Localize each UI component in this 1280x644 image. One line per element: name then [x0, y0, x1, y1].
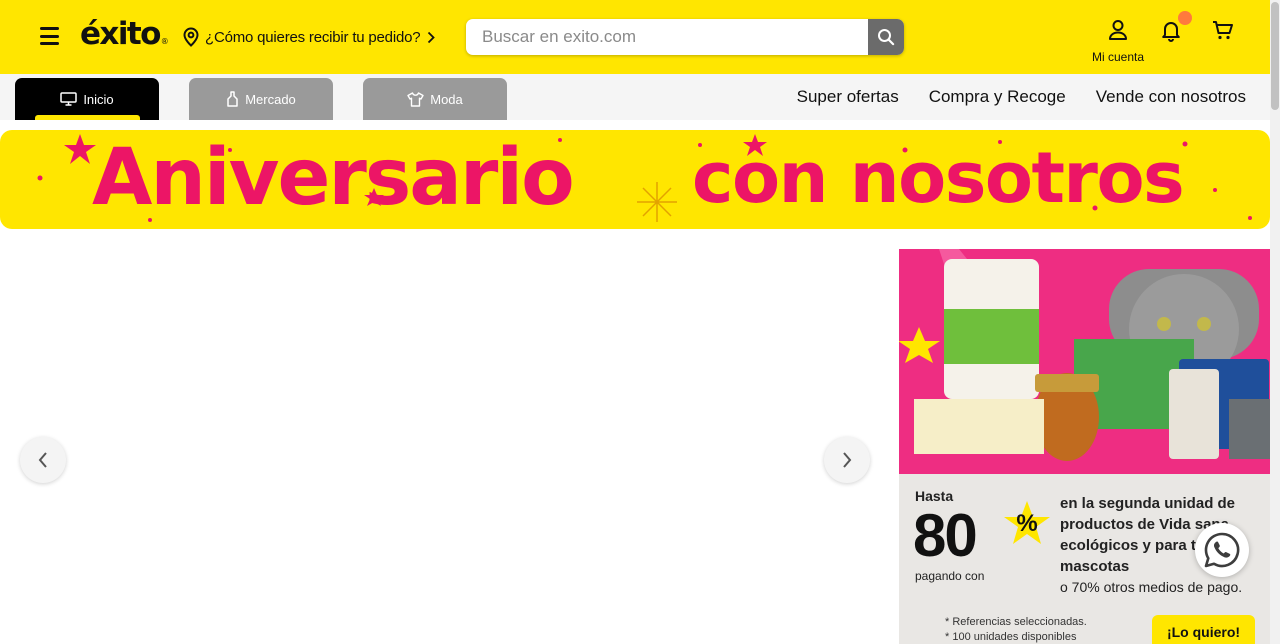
- promo-references: * Referencias seleccionadas. * 100 unida…: [945, 615, 1087, 644]
- category-nav: Inicio Mercado Moda Super ofertas Compra…: [0, 74, 1270, 120]
- bottle-icon: [227, 91, 238, 107]
- link-compra-y-recoge[interactable]: Compra y Recoge: [929, 87, 1066, 107]
- tab-moda[interactable]: Moda: [363, 78, 507, 120]
- search-input[interactable]: [466, 19, 868, 55]
- tab-label: Mercado: [245, 91, 296, 107]
- logo-text: éxito: [80, 16, 161, 52]
- promo-alt-payment: o 70% otros medios de pago.: [1060, 579, 1243, 595]
- promo-ref-line: * Referencias seleccionadas.: [945, 616, 1087, 628]
- search-icon: [878, 29, 895, 46]
- location-pin-icon: [183, 27, 199, 47]
- account-button[interactable]: Mi cuenta: [1082, 19, 1154, 64]
- anniversary-banner[interactable]: Aniversario con nosotros: [0, 130, 1270, 229]
- banner-word-aniversario: Aniversario: [92, 133, 575, 223]
- promo-product-image: [899, 249, 1270, 474]
- promo-discount-number: 80: [913, 502, 978, 569]
- carousel-next-button[interactable]: [824, 437, 870, 483]
- promo-percent-star: %: [1004, 501, 1050, 547]
- promo-card[interactable]: Hasta 80 % pagando con en la segunda uni…: [899, 249, 1270, 644]
- whatsapp-button[interactable]: [1195, 523, 1249, 577]
- user-icon: [1109, 20, 1127, 40]
- whatsapp-icon: [1204, 532, 1240, 568]
- tab-inicio[interactable]: Inicio: [15, 78, 159, 120]
- chevron-right-icon: [428, 31, 436, 43]
- cart-icon: [1213, 21, 1233, 40]
- notifications-button[interactable]: [1159, 11, 1192, 42]
- banner-word-con-nosotros: con nosotros: [692, 137, 1185, 219]
- link-vende-con-nosotros[interactable]: Vende con nosotros: [1096, 87, 1246, 107]
- menu-icon[interactable]: [40, 27, 59, 45]
- promo-payment-label: pagando con: [915, 569, 985, 583]
- cart-button[interactable]: [1211, 18, 1235, 42]
- logo-registered-mark: ®: [160, 37, 169, 46]
- chevron-right-icon: [843, 452, 852, 468]
- promo-products-illustration: [899, 249, 1270, 474]
- search-button[interactable]: [868, 19, 904, 55]
- delivery-selector[interactable]: ¿Cómo quieres recibir tu pedido?: [182, 26, 436, 48]
- active-tab-indicator: [35, 115, 140, 120]
- nav-links: Super ofertas Compra y Recoge Vende con …: [797, 87, 1246, 107]
- monitor-icon: [60, 92, 78, 106]
- promo-ref-line: * 100 unidades disponibles: [945, 631, 1077, 643]
- chevron-left-icon: [38, 452, 47, 468]
- promo-cta-button[interactable]: ¡Lo quiero!: [1152, 615, 1255, 644]
- exito-logo[interactable]: éxito®: [80, 14, 169, 54]
- link-super-ofertas[interactable]: Super ofertas: [797, 87, 899, 107]
- tab-mercado[interactable]: Mercado: [189, 78, 333, 120]
- notification-badge: [1178, 11, 1192, 25]
- account-label: Mi cuenta: [1091, 50, 1145, 64]
- delivery-prompt: ¿Cómo quieres recibir tu pedido?: [205, 28, 421, 46]
- carousel-prev-button[interactable]: [20, 437, 66, 483]
- tab-label: Inicio: [83, 91, 114, 107]
- site-header: éxito® ¿Cómo quieres recibir tu pedido? …: [0, 0, 1270, 74]
- tab-label: Moda: [430, 91, 463, 107]
- search-bar: [466, 19, 904, 55]
- shirt-icon: [407, 91, 424, 107]
- scrollbar-thumb[interactable]: [1271, 2, 1279, 110]
- promo-percent-sign: %: [1016, 510, 1038, 537]
